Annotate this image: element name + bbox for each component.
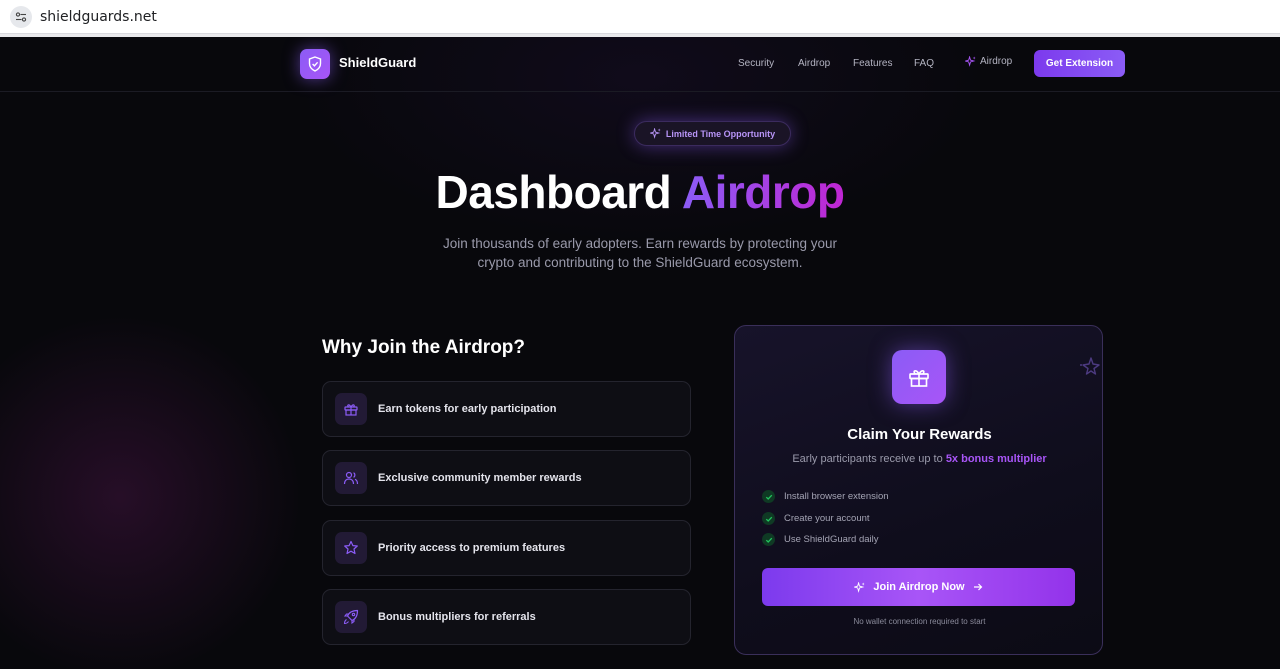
get-extension-button[interactable]: Get Extension — [1034, 50, 1125, 77]
step-item: Use ShieldGuard daily — [762, 533, 879, 546]
feature-label: Exclusive community member rewards — [378, 472, 582, 484]
site-info-icon[interactable] — [10, 5, 32, 28]
gift-icon — [892, 350, 946, 404]
feature-label: Priority access to premium features — [378, 542, 566, 554]
why-join-heading: Why Join the Airdrop? — [322, 337, 526, 358]
card-subtitle-text: Early participants receive up to — [792, 453, 943, 465]
nav-link-security[interactable]: Security — [738, 58, 774, 69]
step-label: Create your account — [784, 513, 870, 524]
step-label: Use ShieldGuard daily — [784, 534, 879, 545]
browser-address-bar: shieldguards.net — [0, 0, 1280, 34]
bonus-multiplier: 5x bonus multiplier — [945, 453, 1047, 465]
sparkles-icon — [649, 128, 661, 139]
sparkles-icon — [965, 56, 976, 67]
brand-name[interactable]: ShieldGuard — [339, 55, 416, 70]
nav-link-faq[interactable]: FAQ — [914, 58, 934, 69]
top-nav: ShieldGuard Security Airdrop Features FA… — [0, 37, 1280, 92]
sparkles-icon — [854, 581, 865, 593]
feature-item: Exclusive community member rewards — [322, 450, 691, 506]
gift-icon — [335, 393, 367, 425]
check-icon — [762, 533, 775, 546]
feature-label: Bonus multipliers for referrals — [378, 611, 536, 623]
url-field[interactable]: shieldguards.net — [40, 9, 157, 25]
limited-time-badge: Limited Time Opportunity — [634, 121, 791, 146]
card-note: No wallet connection required to start — [853, 617, 986, 626]
step-item: Install browser extension — [762, 490, 889, 503]
check-icon — [762, 490, 775, 503]
claim-rewards-card: Claim Your Rewards Early participants re… — [734, 325, 1103, 655]
check-icon — [762, 512, 775, 525]
rocket-icon — [335, 601, 367, 633]
join-button-label: Join Airdrop Now — [873, 581, 965, 593]
hero-subtitle: Join thousands of early adopters. Earn r… — [443, 236, 837, 270]
feature-label: Earn tokens for early participation — [378, 403, 557, 415]
step-label: Install browser extension — [784, 491, 889, 502]
shield-logo-icon[interactable] — [300, 49, 330, 79]
step-item: Create your account — [762, 512, 870, 525]
nav-airdrop-special[interactable]: Airdrop — [965, 56, 1012, 67]
arrow-right-icon — [973, 583, 982, 591]
title-accent: Airdrop — [681, 166, 845, 218]
join-airdrop-button[interactable]: Join Airdrop Now — [762, 568, 1075, 606]
title-main: Dashboard — [435, 166, 672, 218]
nav-link-features[interactable]: Features — [853, 58, 892, 69]
star-sparkle-icon — [1080, 357, 1100, 375]
feature-item: Bonus multipliers for referrals — [322, 589, 691, 645]
nav-link-airdrop[interactable]: Airdrop — [798, 58, 830, 69]
card-subtitle: Early participants receive up to 5x bonu… — [735, 453, 1104, 465]
badge-label: Limited Time Opportunity — [665, 128, 776, 139]
page-title: Dashboard Airdrop — [0, 165, 1280, 219]
nav-airdrop-label: Airdrop — [980, 56, 1013, 67]
star-icon — [335, 532, 367, 564]
feature-item: Priority access to premium features — [322, 520, 691, 576]
card-title: Claim Your Rewards — [847, 426, 992, 443]
users-icon — [335, 462, 367, 494]
feature-item: Earn tokens for early participation — [322, 381, 691, 437]
page: ShieldGuard Security Airdrop Features FA… — [0, 37, 1280, 669]
